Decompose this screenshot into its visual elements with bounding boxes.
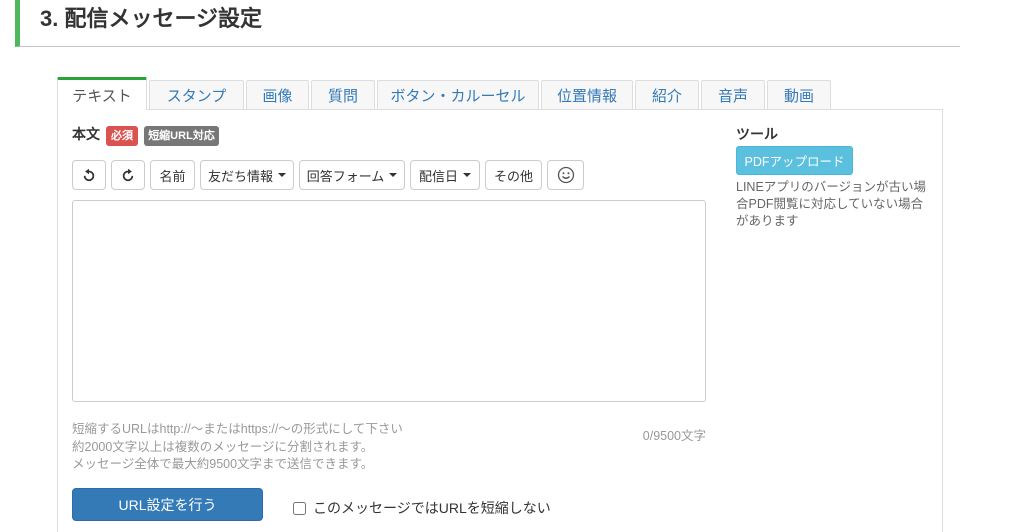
no-shorten-label: このメッセージではURLを短縮しない	[313, 500, 551, 516]
short-url-badge: 短縮URL対応	[144, 126, 219, 146]
tab-label: 位置情報	[556, 87, 617, 105]
tab-label: スタンプ	[166, 87, 227, 105]
caret-down-icon	[389, 173, 398, 177]
section-title: 3. 配信メッセージ設定	[40, 6, 263, 31]
friend-info-dropdown[interactable]: 友だち情報	[200, 160, 294, 190]
pdf-upload-button[interactable]: PDFアップロード	[736, 146, 853, 175]
no-shorten-option[interactable]: このメッセージではURLを短縮しない	[293, 498, 551, 518]
tools-title: ツール	[736, 126, 778, 142]
caret-down-icon	[278, 173, 286, 177]
tab-location[interactable]: 位置情報	[541, 80, 633, 109]
smiley-icon	[557, 166, 575, 184]
tab-label: 音声	[717, 87, 748, 105]
help-text: 短縮するURLはhttp://～またはhttps://～の形式にして下さい 約2…	[72, 421, 403, 474]
tab-stamp[interactable]: スタンプ	[149, 80, 244, 109]
message-type-tabs: テキスト スタンプ 画像 質問 ボタン・カルーセル 位置情報 紹介 音声 動画	[57, 77, 831, 110]
tab-question[interactable]: 質問	[311, 80, 375, 109]
tab-referral[interactable]: 紹介	[635, 80, 699, 109]
undo-button[interactable]	[72, 160, 106, 190]
insert-name-button[interactable]: 名前	[150, 160, 195, 190]
tab-label: 動画	[783, 87, 814, 105]
tab-audio[interactable]: 音声	[701, 80, 765, 109]
character-counter: 0/9500文字	[642, 429, 706, 443]
tab-label: 画像	[262, 87, 293, 105]
tab-text[interactable]: テキスト	[57, 77, 147, 110]
no-shorten-checkbox[interactable]	[293, 501, 306, 515]
tab-label: 質問	[327, 87, 358, 105]
tab-label: 紹介	[651, 87, 682, 105]
editor-toolbar: 名前 友だち情報 回答フォーム 配信日 その他	[72, 160, 584, 190]
delivery-date-dropdown[interactable]: 配信日	[410, 160, 480, 190]
body-field-label: 本文	[72, 126, 100, 142]
redo-button[interactable]	[111, 160, 145, 190]
redo-icon	[121, 168, 135, 182]
other-label: その他	[493, 168, 533, 184]
tab-image[interactable]: 画像	[246, 80, 309, 109]
undo-icon	[82, 168, 96, 182]
tools-note: LINEアプリのバージョンが古い場合PDF閲覧に対応していない場合があります	[736, 180, 927, 228]
text-tab-panel: 本文 必須 短縮URL対応 名前 友だち情報 回答フォーム 配信日 その他 短縮…	[57, 109, 943, 532]
friend-info-label: 友だち情報	[207, 168, 273, 184]
tab-button-carousel[interactable]: ボタン・カルーセル	[377, 80, 539, 109]
help-line: 約2000文字以上は複数のメッセージに分割されます。	[72, 439, 374, 454]
caret-down-icon	[463, 173, 471, 177]
section-header: 3. 配信メッセージ設定	[15, 0, 960, 47]
required-badge: 必須	[106, 126, 138, 146]
message-body-textarea[interactable]	[72, 200, 706, 402]
tab-label: テキスト	[72, 87, 132, 105]
answer-form-label: 回答フォーム	[306, 168, 385, 184]
other-button[interactable]: その他	[485, 160, 542, 190]
answer-form-dropdown[interactable]: 回答フォーム	[299, 160, 405, 190]
help-line: メッセージ全体で最大約9500文字まで送信できます。	[72, 457, 374, 471]
tab-label: ボタン・カルーセル	[390, 87, 526, 105]
insert-name-label: 名前	[159, 168, 186, 184]
emoji-button[interactable]	[547, 160, 584, 190]
tab-video[interactable]: 動画	[767, 80, 831, 109]
url-settings-button[interactable]: URL設定を行う	[72, 488, 263, 521]
delivery-date-label: 配信日	[418, 168, 458, 184]
help-line: 短縮するURLはhttp://～またはhttps://～の形式にして下さい	[72, 422, 403, 436]
